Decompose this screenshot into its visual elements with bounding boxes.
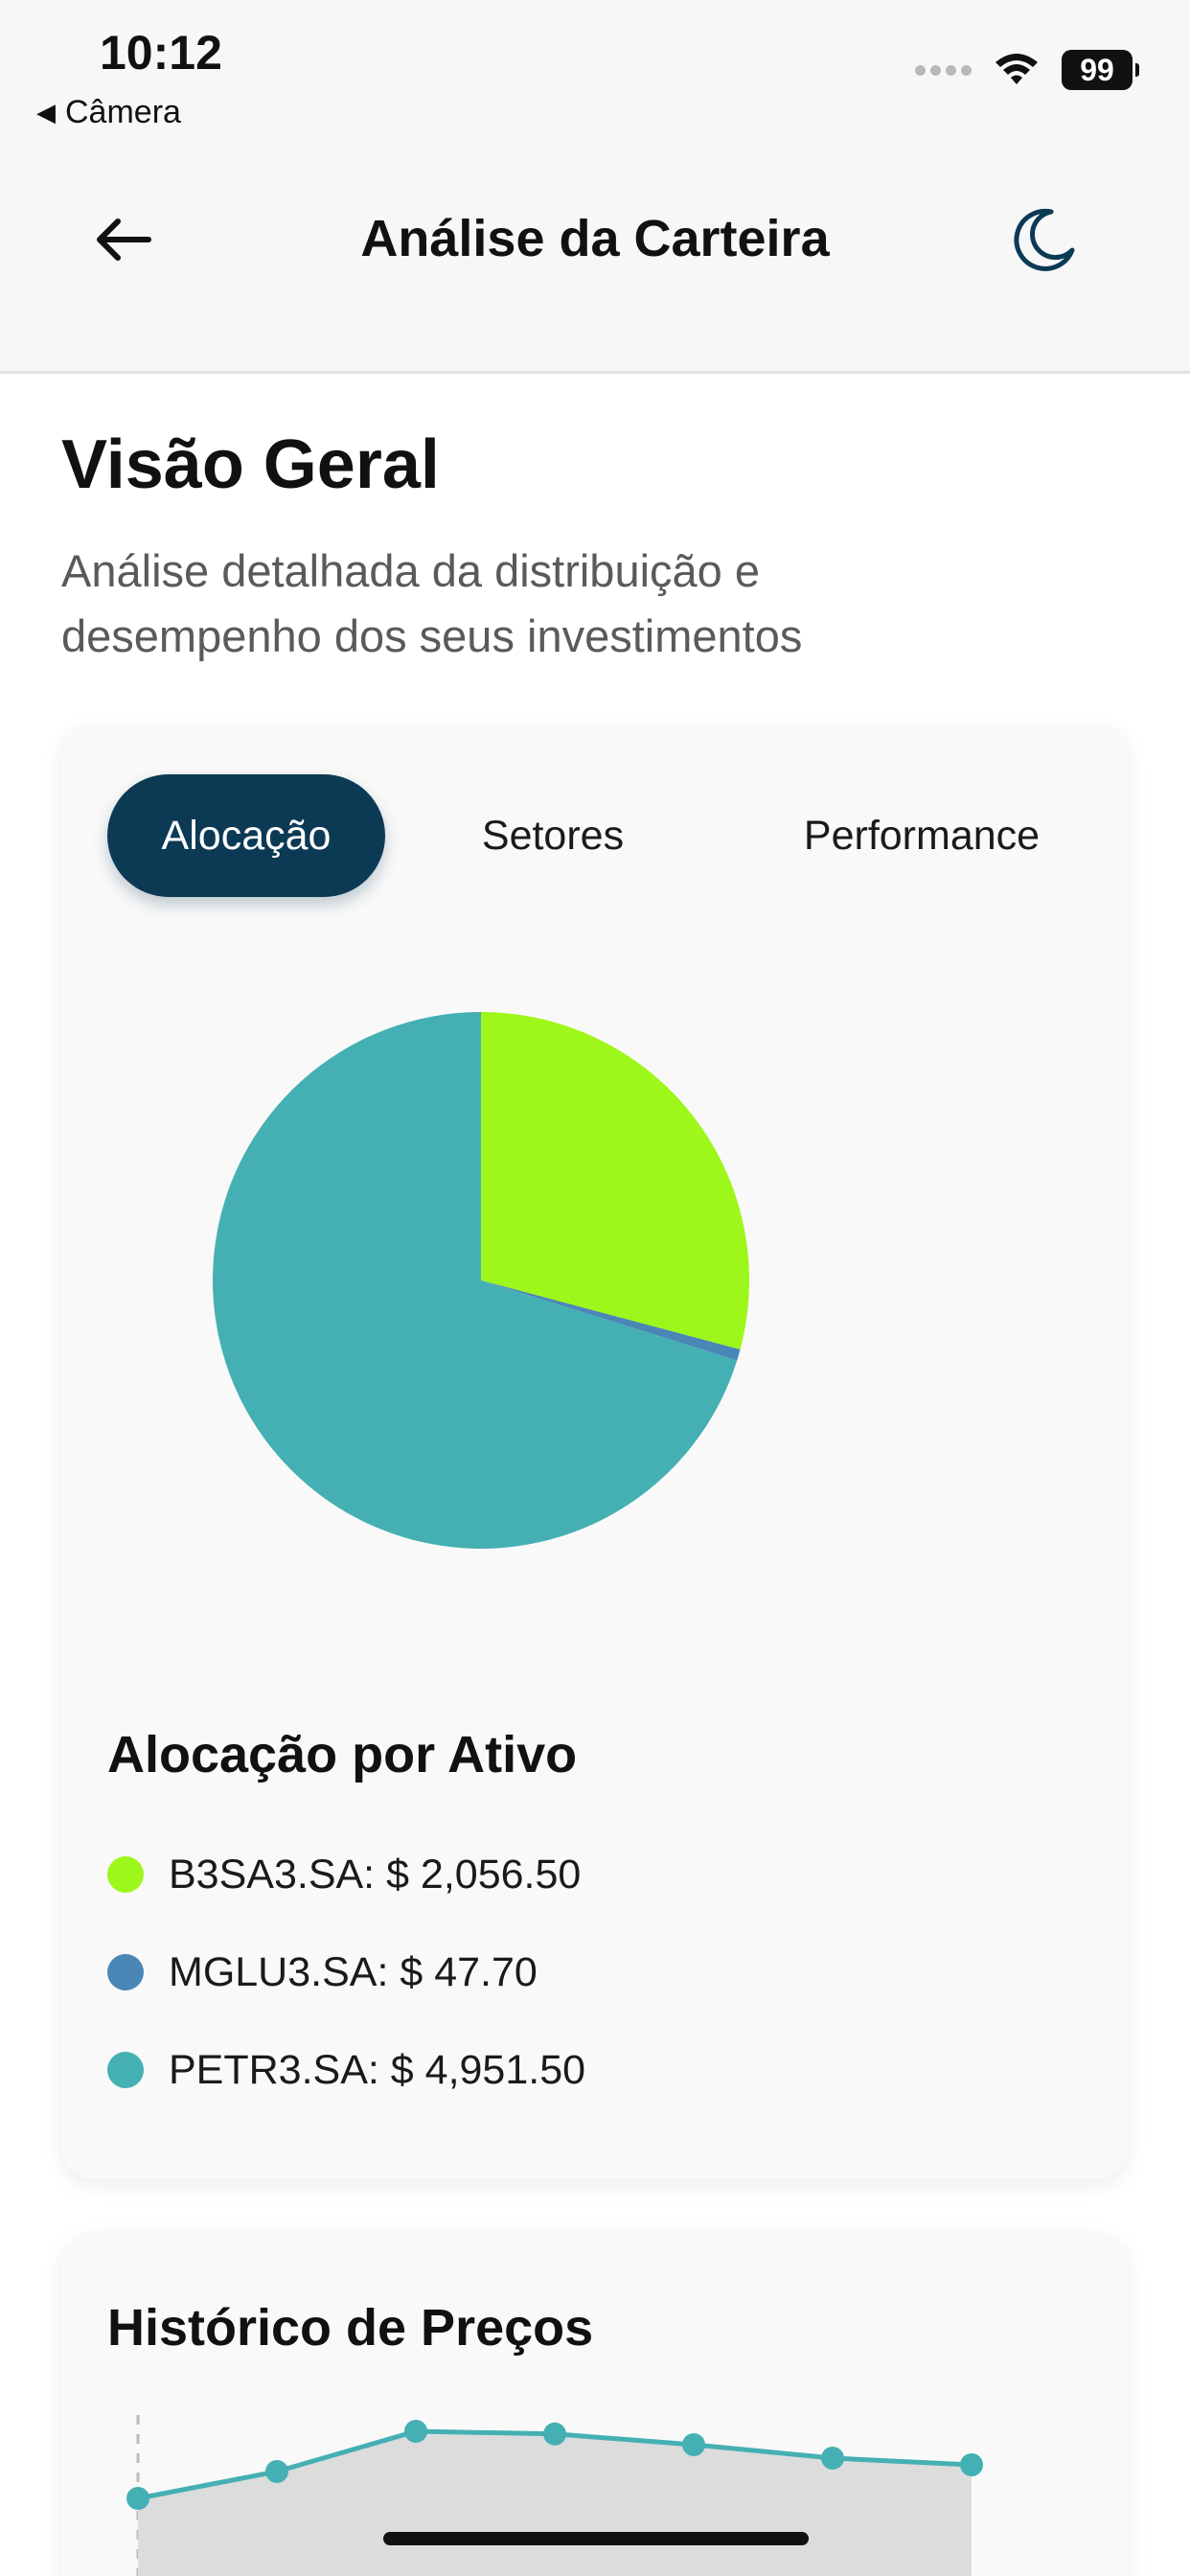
back-triangle-icon: ◀ (36, 98, 56, 126)
price-point-4 (682, 2433, 705, 2456)
legend-dot (107, 2052, 144, 2088)
top-bar: 10:12 ◀ Câmera 99 Análise da Carteira (0, 0, 1190, 374)
allocation-pie-chart (213, 1012, 749, 1549)
screen: 10:12 ◀ Câmera 99 Análise da Carteira Vi… (0, 0, 1190, 2576)
status-back-label: Câmera (65, 94, 181, 130)
page-subtitle-line-2: desempenho dos seus investimentos (61, 610, 803, 661)
legend-item-petr3: PETR3.SA: $ 4,951.50 (107, 2041, 585, 2099)
legend-label: MGLU3.SA: $ 47.70 (169, 1948, 538, 1995)
price-point-1 (265, 2460, 288, 2483)
price-history-chart (126, 2415, 983, 2576)
tab-bar: Alocação Setores Performance (107, 774, 1085, 897)
price-history-title: Histórico de Preços (107, 2299, 594, 2357)
tab-sectors[interactable]: Setores (443, 774, 663, 897)
price-point-2 (404, 2420, 427, 2443)
price-point-5 (821, 2447, 844, 2470)
battery-indicator: 99 (1062, 50, 1139, 90)
cellular-signal-icon (915, 64, 972, 76)
page-subtitle: Análise detalhada da distribuição e dese… (61, 539, 1115, 669)
status-time: 10:12 (100, 26, 222, 80)
price-point-6 (960, 2453, 983, 2476)
legend-title: Alocação por Ativo (107, 1726, 578, 1783)
legend-item-b3sa3: B3SA3.SA: $ 2,056.50 (107, 1846, 581, 1903)
tab-performance[interactable]: Performance (759, 774, 1085, 897)
page-title: Visão Geral (61, 426, 440, 503)
status-indicators: 99 (915, 50, 1139, 90)
legend-label: PETR3.SA: $ 4,951.50 (169, 2046, 586, 2093)
legend-label: B3SA3.SA: $ 2,056.50 (169, 1851, 582, 1898)
theme-toggle-button[interactable] (1000, 197, 1087, 284)
allocation-card: Alocação Setores Performance Alocação po… (61, 724, 1129, 2179)
price-history-card: Histórico de Preços (61, 2233, 1129, 2576)
status-back-to-camera[interactable]: ◀ Câmera (36, 94, 181, 131)
tab-allocation[interactable]: Alocação (107, 774, 385, 897)
legend-dot (107, 1954, 144, 1990)
moon-icon (1014, 208, 1075, 271)
price-point-0 (126, 2487, 149, 2510)
wifi-icon (995, 54, 1038, 84)
page-subtitle-line-1: Análise detalhada da distribuição e (61, 545, 761, 596)
price-area (138, 2431, 972, 2576)
home-indicator (383, 2532, 809, 2545)
legend-item-mglu3: MGLU3.SA: $ 47.70 (107, 1944, 538, 2001)
price-point-3 (543, 2422, 566, 2446)
legend-dot (107, 1856, 144, 1893)
